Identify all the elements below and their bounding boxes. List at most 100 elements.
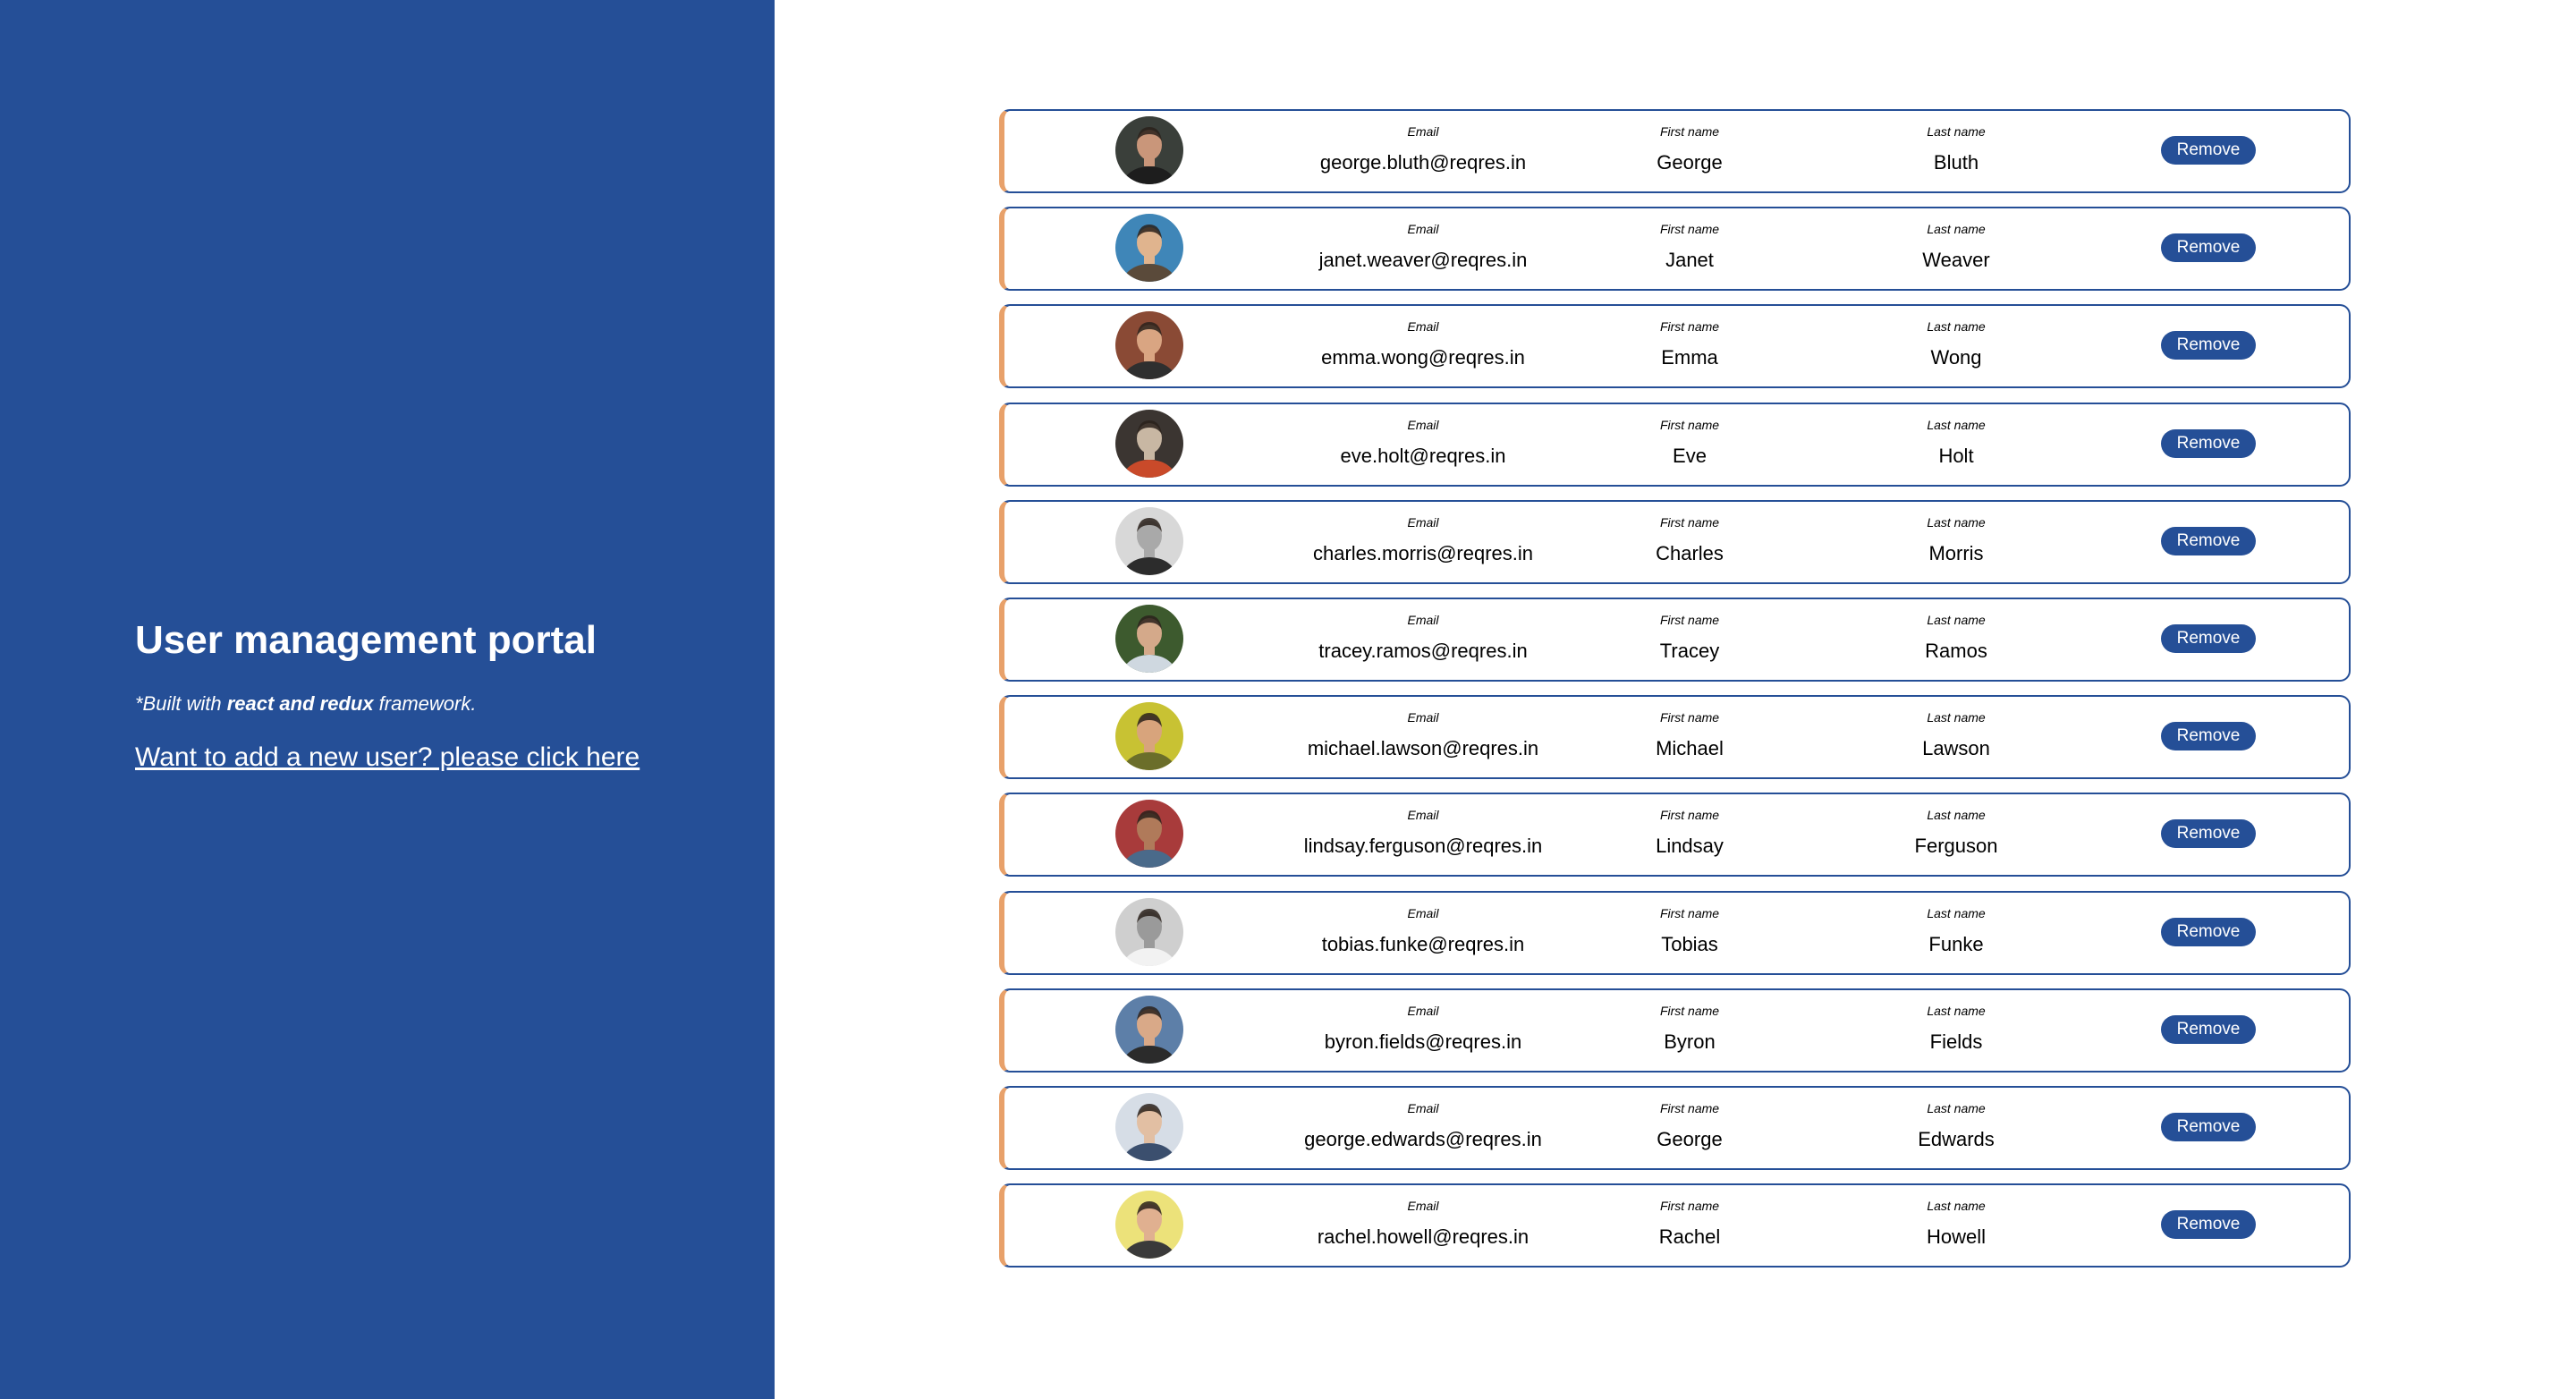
email-field: Email michael.lawson@reqres.in xyxy=(1289,709,1557,760)
last-name-label: Last name xyxy=(1927,612,1986,627)
remove-button[interactable]: Remove xyxy=(2161,526,2256,555)
user-avatar-icon xyxy=(1115,311,1183,380)
email-value: rachel.howell@reqres.in xyxy=(1317,1225,1530,1249)
user-row: Email charles.morris@reqres.in First name C… xyxy=(999,499,2351,584)
user-row: Email tracey.ramos@reqres.in First name Tra… xyxy=(999,597,2351,682)
first-name-value: George xyxy=(1657,151,1723,174)
remove-button[interactable]: Remove xyxy=(2161,136,2256,165)
email-value: charles.morris@reqres.in xyxy=(1312,541,1534,564)
first-name-value: Byron xyxy=(1664,1030,1716,1053)
remove-button[interactable]: Remove xyxy=(2161,428,2256,458)
email-label: Email xyxy=(1407,808,1439,823)
user-row: Email george.bluth@reqres.in First name Geo… xyxy=(999,109,2351,193)
first-name-field: First name Tobias xyxy=(1555,905,1824,956)
remove-button[interactable]: Remove xyxy=(2161,819,2256,849)
last-name-field: Last name Ramos xyxy=(1822,612,2090,663)
email-field: Email george.bluth@reqres.in xyxy=(1289,123,1557,174)
last-name-value: Bluth xyxy=(1933,151,1979,174)
first-name-value: George xyxy=(1657,1127,1723,1150)
last-name-value: Weaver xyxy=(1922,249,1990,272)
last-name-value: Wong xyxy=(1930,346,1982,369)
last-name-value: Fields xyxy=(1929,1030,1983,1053)
email-value: michael.lawson@reqres.in xyxy=(1307,737,1539,760)
email-value: tracey.ramos@reqres.in xyxy=(1318,639,1528,662)
last-name-value: Ferguson xyxy=(1914,835,1998,858)
email-label: Email xyxy=(1407,1100,1439,1115)
first-name-field: First name Tracey xyxy=(1555,612,1824,663)
email-field: Email rachel.howell@reqres.in xyxy=(1289,1198,1557,1249)
remove-button[interactable]: Remove xyxy=(2161,233,2256,263)
sidebar-content: User management portal *Built with react… xyxy=(135,615,640,773)
built-with-prefix: *Built with xyxy=(135,692,227,715)
first-name-field: First name Eve xyxy=(1555,417,1824,468)
user-row: Email janet.weaver@reqres.in First name Jan… xyxy=(999,207,2351,292)
last-name-field: Last name Lawson xyxy=(1822,709,2090,760)
remove-button[interactable]: Remove xyxy=(2161,331,2256,360)
email-field: Email lindsay.ferguson@reqres.in xyxy=(1289,807,1557,858)
add-user-link[interactable]: Want to add a new user? please click her… xyxy=(135,742,640,773)
user-row: Email rachel.howell@reqres.in First name Ra… xyxy=(999,1183,2351,1268)
remove-button[interactable]: Remove xyxy=(2161,1112,2256,1141)
last-name-label: Last name xyxy=(1927,1003,1986,1018)
last-name-value: Howell xyxy=(1926,1225,1987,1249)
user-row: Email michael.lawson@reqres.in First name M… xyxy=(999,695,2351,780)
last-name-label: Last name xyxy=(1927,905,1986,920)
user-avatar-icon xyxy=(1115,1191,1183,1259)
last-name-value: Ramos xyxy=(1925,639,1987,662)
last-name-value: Morris xyxy=(1928,541,1984,564)
user-row: Email george.edwards@reqres.in First name G… xyxy=(999,1085,2351,1170)
email-value: byron.fields@reqres.in xyxy=(1324,1030,1522,1053)
first-name-value: Michael xyxy=(1656,737,1724,760)
user-avatar-icon xyxy=(1115,604,1183,673)
email-field: Email george.edwards@reqres.in xyxy=(1289,1100,1557,1151)
last-name-label: Last name xyxy=(1927,417,1986,432)
first-name-label: First name xyxy=(1659,612,1720,627)
first-name-field: First name Emma xyxy=(1555,318,1824,369)
remove-button[interactable]: Remove xyxy=(2161,1014,2256,1044)
user-avatar-icon xyxy=(1115,214,1183,283)
user-list: Email george.bluth@reqres.in First name Geo… xyxy=(999,109,2351,1281)
first-name-label: First name xyxy=(1659,124,1720,139)
remove-button[interactable]: Remove xyxy=(2161,1210,2256,1240)
first-name-field: First name Michael xyxy=(1555,709,1824,760)
email-field: Email byron.fields@reqres.in xyxy=(1289,1003,1557,1054)
remove-button[interactable]: Remove xyxy=(2161,917,2256,946)
last-name-field: Last name Fields xyxy=(1822,1003,2090,1054)
last-name-field: Last name Funke xyxy=(1822,905,2090,956)
last-name-label: Last name xyxy=(1927,514,1986,530)
user-avatar-icon xyxy=(1115,800,1183,869)
built-with-suffix: framework. xyxy=(373,692,477,715)
last-name-value: Funke xyxy=(1928,932,1984,955)
last-name-value: Lawson xyxy=(1922,737,1990,760)
first-name-field: First name Janet xyxy=(1555,221,1824,272)
last-name-label: Last name xyxy=(1927,124,1986,139)
email-value: eve.holt@reqres.in xyxy=(1340,444,1506,467)
first-name-field: First name George xyxy=(1555,123,1824,174)
user-avatar-icon xyxy=(1115,409,1183,478)
first-name-value: Emma xyxy=(1661,346,1718,369)
email-label: Email xyxy=(1407,710,1439,725)
first-name-label: First name xyxy=(1659,1003,1720,1018)
last-name-field: Last name Ferguson xyxy=(1822,807,2090,858)
remove-button[interactable]: Remove xyxy=(2161,623,2256,653)
last-name-label: Last name xyxy=(1927,1100,1986,1115)
first-name-field: First name Byron xyxy=(1555,1003,1824,1054)
first-name-label: First name xyxy=(1659,417,1720,432)
user-row: Email byron.fields@reqres.in First name Byr… xyxy=(999,988,2351,1073)
remove-button[interactable]: Remove xyxy=(2161,722,2256,751)
user-avatar-icon xyxy=(1115,897,1183,966)
email-field: Email emma.wong@reqres.in xyxy=(1289,318,1557,369)
email-field: Email charles.morris@reqres.in xyxy=(1289,514,1557,565)
email-label: Email xyxy=(1407,124,1439,139)
last-name-label: Last name xyxy=(1927,1199,1986,1214)
last-name-field: Last name Wong xyxy=(1822,318,2090,369)
first-name-value: Eve xyxy=(1673,444,1707,467)
first-name-field: First name George xyxy=(1555,1100,1824,1151)
first-name-label: First name xyxy=(1659,905,1720,920)
first-name-value: Lindsay xyxy=(1656,835,1724,858)
user-row: Email eve.holt@reqres.in First name Eve Last… xyxy=(999,402,2351,487)
first-name-label: First name xyxy=(1659,222,1720,237)
email-label: Email xyxy=(1407,514,1439,530)
email-value: emma.wong@reqres.in xyxy=(1321,346,1525,369)
first-name-label: First name xyxy=(1659,710,1720,725)
